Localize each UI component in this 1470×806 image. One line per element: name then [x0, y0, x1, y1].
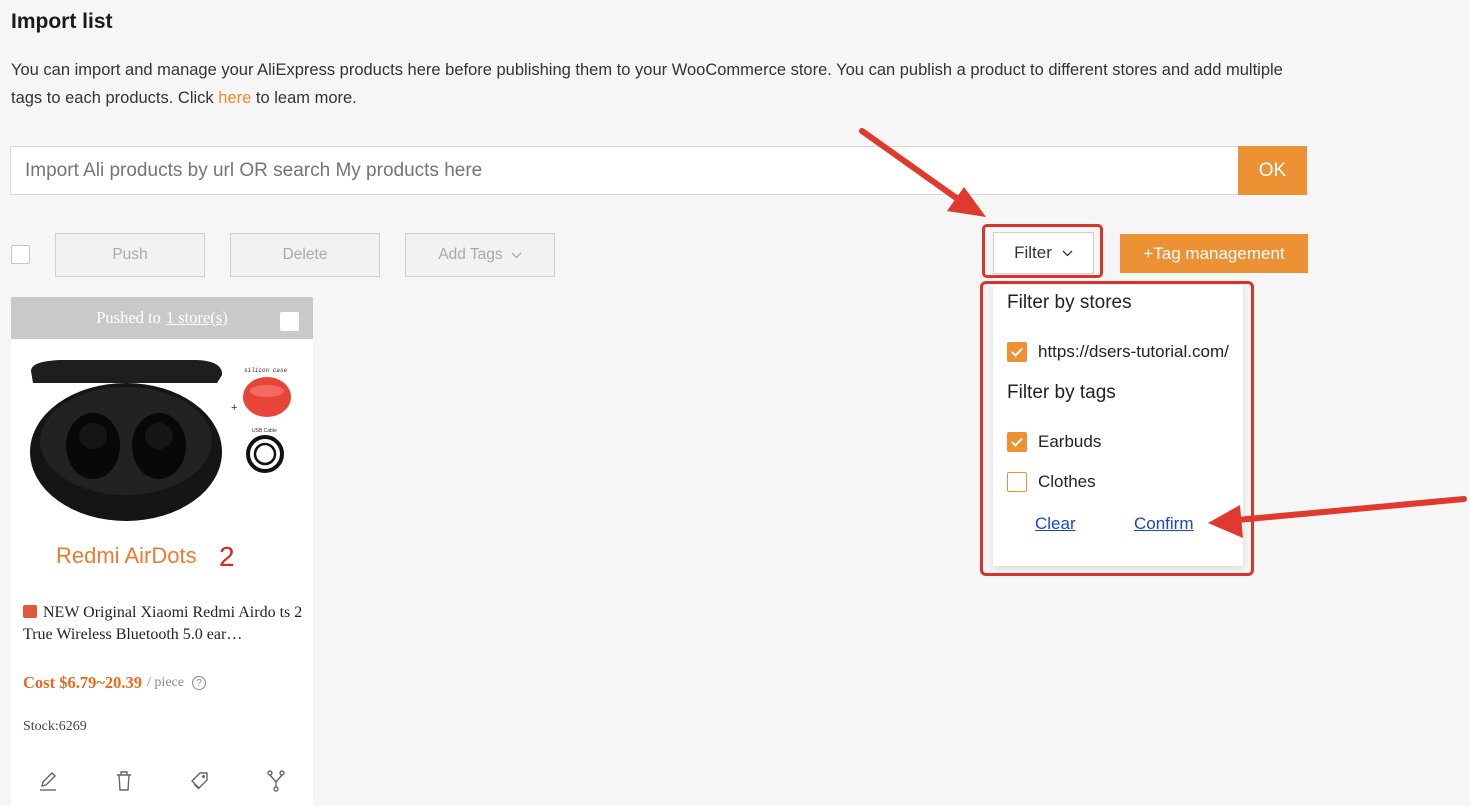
chevron-down-icon: [511, 252, 522, 258]
edit-icon[interactable]: [34, 767, 62, 795]
product-stock: Stock:6269: [23, 719, 87, 734]
product-title[interactable]: NEW Original Xiaomi Redmi Airdo ts 2 Tru…: [23, 602, 305, 646]
svg-text:USB Cable: USB Cable: [252, 428, 277, 434]
card-actions: [11, 767, 313, 797]
import-search-input[interactable]: [10, 146, 1239, 195]
pushed-status-bar: Pushed to 1 store(s): [11, 297, 313, 339]
svg-text:Redmi AirDots: Redmi AirDots: [56, 543, 197, 568]
aliexpress-icon: [23, 605, 37, 618]
add-tags-button[interactable]: Add Tags: [405, 233, 555, 277]
filter-highlight-box: [982, 224, 1103, 278]
learn-more-link[interactable]: here: [218, 89, 251, 107]
product-image[interactable]: + silicon case USB Cable Redmi AirDots 2: [11, 339, 313, 593]
tag-management-button[interactable]: +Tag management: [1120, 234, 1308, 273]
dropdown-highlight-box: [980, 281, 1254, 576]
product-select-checkbox[interactable]: [280, 312, 299, 331]
svg-text:2: 2: [219, 541, 235, 572]
intro-text: You can import and manage your AliExpres…: [11, 61, 1283, 107]
select-all-checkbox[interactable]: [11, 245, 30, 264]
product-cost: Cost $6.79~20.39/ piece?: [23, 673, 206, 693]
tag-icon[interactable]: [186, 767, 214, 795]
pushed-stores-link[interactable]: 1 store(s): [166, 308, 228, 328]
product-card[interactable]: Pushed to 1 store(s) + silicon case USB C…: [11, 297, 313, 806]
help-icon[interactable]: ?: [191, 676, 206, 690]
ok-button[interactable]: OK: [1238, 146, 1307, 195]
svg-text:+: +: [231, 402, 237, 414]
split-icon[interactable]: [262, 767, 290, 795]
trash-icon[interactable]: [110, 767, 138, 795]
push-button[interactable]: Push: [55, 233, 205, 277]
svg-text:silicon case: silicon case: [244, 367, 288, 374]
page-title: Import list: [11, 10, 113, 33]
delete-button[interactable]: Delete: [230, 233, 380, 277]
